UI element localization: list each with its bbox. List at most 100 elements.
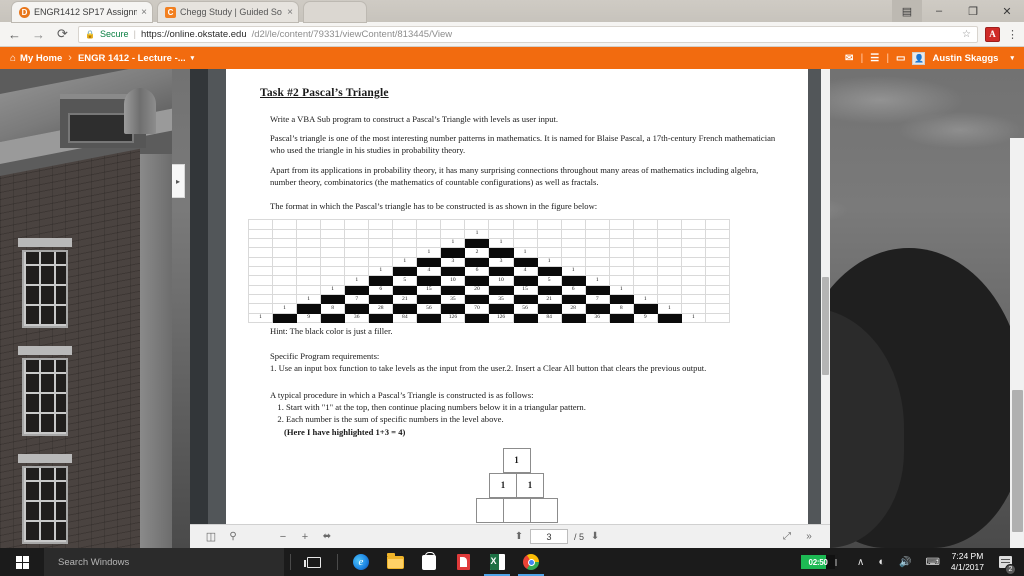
edge-icon[interactable]: e <box>344 548 378 576</box>
filler-cell <box>561 313 586 324</box>
edge-glyph: e <box>353 554 369 570</box>
adobe-extension-icon[interactable]: A <box>985 26 1000 42</box>
value-cell <box>633 257 658 268</box>
value-cell <box>657 220 682 230</box>
maximize-button[interactable]: ❐ <box>956 0 990 22</box>
pdf-scrollbar[interactable] <box>821 69 830 524</box>
value-cell <box>345 220 370 230</box>
fullscreen-icon[interactable]: ⤢ <box>776 531 798 542</box>
value-cell <box>297 267 322 277</box>
keyboard-icon[interactable]: ⌨ <box>918 548 946 576</box>
chrome-icon[interactable] <box>514 548 548 576</box>
value-cell <box>585 220 610 230</box>
new-tab-button[interactable] <box>304 2 366 22</box>
value-cell <box>273 220 298 230</box>
more-options-icon[interactable]: » <box>798 531 820 542</box>
breadcrumb-separator: › <box>68 52 72 64</box>
battery-timer-widget[interactable]: 02:50 <box>800 554 839 570</box>
reader-icon[interactable] <box>446 548 480 576</box>
close-icon[interactable]: × <box>141 7 147 18</box>
list-item: Each number is the sum of specific numbe… <box>286 413 786 425</box>
file-explorer-icon[interactable] <box>378 548 412 576</box>
filler-cell <box>273 313 298 324</box>
volume-icon[interactable]: 🔊 <box>892 548 918 576</box>
filler-cell <box>417 313 442 324</box>
pascal-triangle-figure: 1 1 1 1 2 1 1 3 3 1 1 4 6 4 1 1 5 10 10 5 1 1 6 15 20 15 6 1 1 7 21 35 3… <box>248 219 730 324</box>
bookmark-star-icon[interactable]: ☆ <box>962 29 971 40</box>
profile-icon[interactable]: ▤ <box>892 0 922 22</box>
mini-triangle-cell <box>502 497 531 523</box>
minimize-button[interactable]: – <box>922 0 956 22</box>
filler-cell <box>609 295 634 305</box>
address-bar[interactable]: 🔒 Secure | https://online.okstate.edu/d2… <box>78 25 978 43</box>
page-number-input[interactable]: 3 <box>530 529 568 544</box>
user-menu-label[interactable]: Austin Skaggs <box>932 53 998 64</box>
value-cell <box>537 229 562 239</box>
chrome-menu-icon[interactable]: ⋮ <box>1007 28 1018 41</box>
back-button[interactable]: ← <box>6 27 23 42</box>
pdf-scrollbar-thumb[interactable] <box>822 277 829 375</box>
zoom-out-button[interactable]: − <box>272 531 294 543</box>
search-icon[interactable]: ⚲ <box>222 531 244 542</box>
value-cell <box>561 257 586 268</box>
filler-cell <box>657 313 682 324</box>
expand-panel-button[interactable]: ▸ <box>172 164 185 198</box>
value-cell <box>249 276 274 286</box>
forward-button[interactable]: → <box>30 27 47 42</box>
procedure-heading: A typical procedure in which a Pascal’s … <box>270 389 534 400</box>
clock[interactable]: 7:24 PM 4/1/2017 <box>947 551 992 572</box>
chevron-down-icon[interactable]: ▾ <box>191 54 195 62</box>
message-icon[interactable]: ✉ <box>845 53 853 64</box>
pdf-toolbar: ◫ ⚲ − + ⬌ ⬆ 3 / 5 ⬇ ⤢ » <box>190 524 830 548</box>
paragraph: Pascal’s triangle is one of the most int… <box>270 133 776 156</box>
subscription-icon[interactable]: ☰ <box>870 53 879 64</box>
value-cell <box>273 267 298 277</box>
search-input[interactable]: Search Windows <box>44 548 284 576</box>
avatar: 👤 <box>912 51 926 65</box>
close-button[interactable]: ✕ <box>990 0 1024 22</box>
wifi-icon[interactable]: ◐ <box>871 548 892 576</box>
value-cell: 6 <box>369 285 394 296</box>
browser-tab-d2l[interactable]: D ENGR1412 SP17 Assignm × <box>12 2 152 22</box>
fit-page-icon[interactable]: ⬌ <box>316 531 338 542</box>
chevron-down-icon[interactable]: ▾ <box>1010 54 1014 62</box>
browser-tab-chegg[interactable]: C Chegg Study | Guided So × <box>158 2 298 22</box>
browser-scrollbar[interactable] <box>1010 138 1024 548</box>
excel-icon[interactable] <box>480 548 514 576</box>
my-home-link[interactable]: My Home <box>20 53 62 64</box>
value-cell: 1 <box>345 276 370 286</box>
value-cell: 8 <box>609 304 634 314</box>
value-cell: 5 <box>537 276 562 286</box>
zoom-in-button[interactable]: + <box>294 531 316 543</box>
value-cell <box>609 276 634 286</box>
value-cell <box>681 285 706 296</box>
hint-text: Hint: The black color is just a filler. <box>270 326 393 337</box>
value-cell: 7 <box>345 295 370 305</box>
value-cell <box>633 276 658 286</box>
value-cell: 1 <box>249 313 274 324</box>
browser-scrollbar-thumb[interactable] <box>1012 390 1023 532</box>
value-cell <box>393 229 418 239</box>
start-button[interactable] <box>0 548 44 576</box>
chat-icon[interactable]: ▭ <box>896 53 905 64</box>
tab-title: Chegg Study | Guided So <box>180 7 282 17</box>
notification-center-button[interactable]: 2 <box>992 548 1018 576</box>
filler-cell <box>489 267 514 277</box>
value-cell: 10 <box>489 276 514 286</box>
value-cell <box>273 276 298 286</box>
close-icon[interactable]: × <box>287 7 293 18</box>
divider <box>290 554 291 570</box>
reload-button[interactable]: ⟳ <box>54 26 71 42</box>
sidebar-toggle-icon[interactable]: ◫ <box>200 530 222 543</box>
value-cell <box>249 295 274 305</box>
page-up-button[interactable]: ⬆ <box>508 531 530 542</box>
value-cell <box>657 257 682 268</box>
page-down-button[interactable]: ⬇ <box>584 531 606 542</box>
value-cell <box>393 220 418 230</box>
course-breadcrumb-link[interactable]: ENGR 1412 - Lecture -... <box>78 53 186 64</box>
microsoft-store-icon[interactable] <box>412 548 446 576</box>
filler-cell <box>513 257 538 268</box>
task-view-icon[interactable] <box>297 548 331 576</box>
value-cell <box>585 229 610 239</box>
show-hidden-icons-button[interactable]: ∧ <box>850 548 871 576</box>
